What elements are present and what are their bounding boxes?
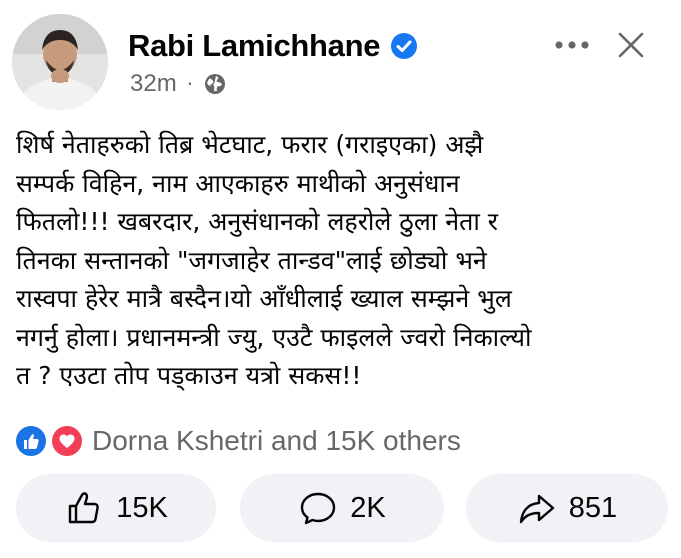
author-name[interactable]: Rabi Lamichhane: [128, 28, 380, 64]
love-reaction-icon: [50, 424, 84, 458]
reaction-icons: [14, 424, 88, 458]
post-text-line: तिनका सन्तानको "जगजाहेर तान्डव"लाई छोड्य…: [16, 245, 487, 275]
more-options-button[interactable]: [548, 26, 596, 64]
meta-separator: ·: [186, 72, 194, 96]
globe-icon[interactable]: [203, 72, 227, 96]
post-text-line: फितलो!!! खबरदार, अनुसंधानको लहरोले ठुला …: [16, 207, 498, 236]
facebook-post: Rabi Lamichhane 32m · शिर्ष नेताहरुको ति…: [0, 0, 681, 558]
post-text: शिर्ष नेताहरुको तिब्र भेटघाट, फरार (गराइ…: [16, 126, 666, 396]
reactions-summary[interactable]: Dorna Kshetri and 15K others: [14, 424, 461, 458]
share-icon: [519, 494, 554, 524]
post-text-line: शिर्ष नेताहरुको तिब्र भेटघाट, फरार (गराइ…: [16, 130, 484, 159]
share-count: 851: [568, 491, 618, 524]
author-row: Rabi Lamichhane: [128, 28, 418, 64]
like-button[interactable]: 15K: [16, 474, 216, 542]
comment-button[interactable]: 2K: [240, 474, 444, 542]
post-text-line: सम्पर्क विहिन, नाम आएकाहरु माथीको अनुसंध…: [16, 168, 460, 198]
post-text-line: नगर्नु होला। प्रधानमन्त्री ज्यु, एउटै फा…: [16, 322, 532, 352]
post-meta: 32m ·: [130, 70, 227, 98]
comment-icon: [301, 492, 336, 525]
like-reaction-icon: [14, 424, 48, 458]
close-icon: [618, 32, 644, 58]
like-count: 15K: [116, 491, 168, 524]
post-text-line: रास्वपा हेरेर मात्रै बस्दैन।यो आँधीलाई ख…: [16, 284, 512, 313]
thumbs-up-icon: [68, 492, 99, 524]
comment-count: 2K: [350, 491, 386, 524]
share-button[interactable]: 851: [466, 474, 668, 542]
author-avatar[interactable]: [12, 14, 108, 110]
avatar-image: [12, 14, 108, 110]
reactions-summary-text[interactable]: Dorna Kshetri and 15K others: [92, 425, 461, 457]
close-button[interactable]: [610, 24, 652, 66]
post-timestamp[interactable]: 32m: [130, 70, 177, 98]
post-text-line: त ? एउटा तोप पड्काउन यत्रो सकस!!: [16, 361, 362, 390]
verified-badge-icon: [391, 33, 418, 59]
more-dots-icon: [555, 41, 589, 49]
